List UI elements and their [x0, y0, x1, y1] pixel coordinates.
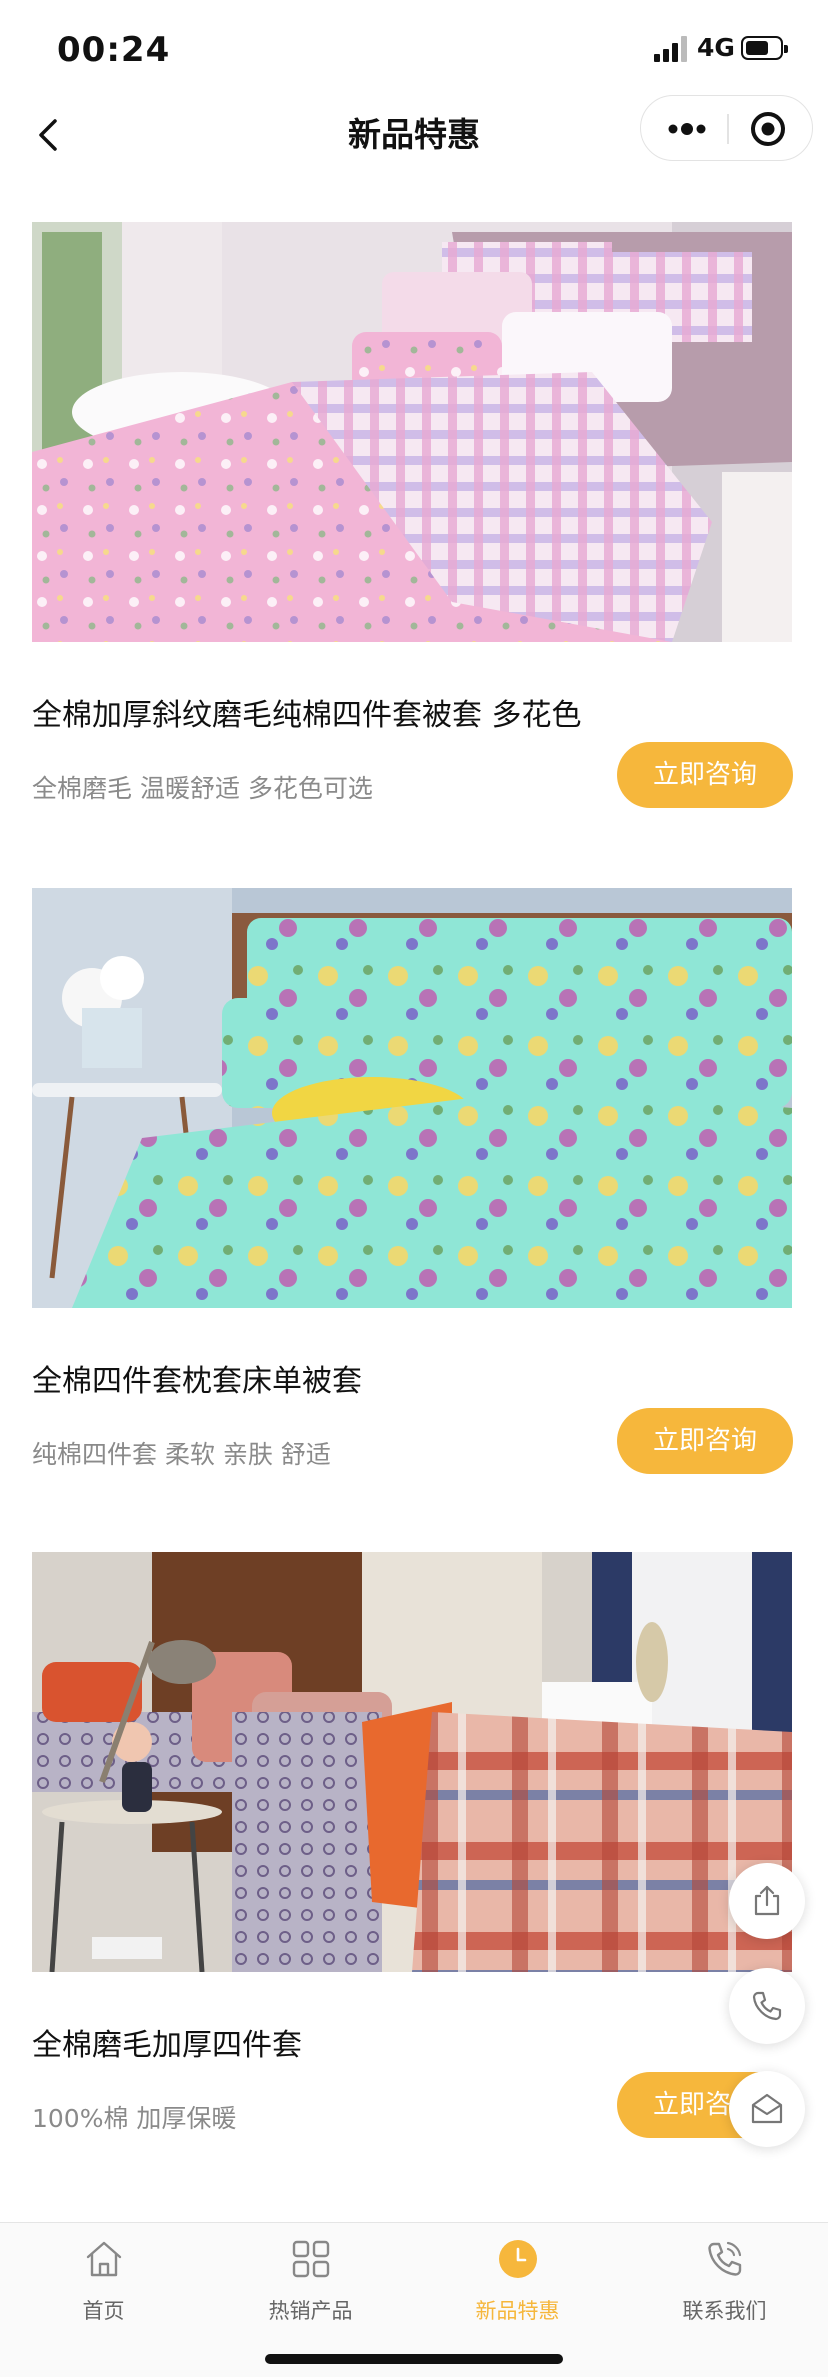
- network-type: 4G: [697, 33, 735, 62]
- tab-new-deals[interactable]: 新品特惠: [414, 2223, 621, 2323]
- nav-bar: 新品特惠: [0, 95, 828, 175]
- product-title: 全棉四件套枕套床单被套: [32, 1364, 362, 1399]
- home-indicator: [265, 2354, 563, 2364]
- clock-icon: [499, 2240, 537, 2278]
- tab-hot-products[interactable]: 热销产品: [207, 2223, 414, 2323]
- status-bar: 00:24 4G: [0, 0, 828, 100]
- share-icon: [754, 1885, 780, 1916]
- product-image[interactable]: [32, 1552, 792, 1972]
- product-desc: 纯棉四件套 柔软 亲肤 舒适: [32, 1440, 331, 1469]
- battery-icon: [741, 36, 788, 60]
- message-button[interactable]: [729, 2071, 805, 2147]
- product-desc: 全棉磨毛 温暖舒适 多花色可选: [32, 774, 373, 803]
- message-icon: [751, 2093, 783, 2124]
- tab-bar: 首页 热销产品 新品特惠 联系我们: [0, 2222, 828, 2377]
- product-card[interactable]: 全棉加厚斜纹磨毛纯棉四件套被套 多花色 全棉磨毛 温暖舒适 多花色可选 立即咨询: [32, 222, 793, 812]
- tab-label: 联系我们: [682, 2299, 767, 2323]
- product-desc: 100%棉 加厚保暖: [32, 2104, 237, 2133]
- phone-icon: [708, 2241, 742, 2276]
- tab-label: 首页: [82, 2299, 125, 2323]
- mini-program-capsule: [640, 95, 813, 161]
- more-icon[interactable]: [663, 116, 711, 142]
- tab-label: 新品特惠: [475, 2299, 560, 2323]
- product-card[interactable]: 全棉四件套枕套床单被套 纯棉四件套 柔软 亲肤 舒适 立即咨询: [32, 888, 793, 1478]
- product-image[interactable]: [32, 222, 792, 642]
- call-button[interactable]: [729, 1968, 805, 2044]
- status-time: 00:24: [57, 30, 171, 70]
- product-title: 全棉加厚斜纹磨毛纯棉四件套被套 多花色: [32, 698, 582, 733]
- product-title: 全棉磨毛加厚四件套: [32, 2028, 302, 2063]
- consult-button[interactable]: 立即咨询: [617, 1408, 793, 1474]
- product-image[interactable]: [32, 888, 792, 1308]
- phone-icon: [752, 1991, 782, 2021]
- tab-contact[interactable]: 联系我们: [621, 2223, 828, 2323]
- close-miniprogram-icon[interactable]: [749, 110, 787, 148]
- grid-icon: [292, 2240, 330, 2278]
- consult-button[interactable]: 立即咨询: [617, 742, 793, 808]
- tab-label: 热销产品: [268, 2299, 353, 2323]
- tab-home[interactable]: 首页: [0, 2223, 207, 2323]
- product-card[interactable]: 全棉磨毛加厚四件套 100%棉 加厚保暖 立即咨询: [32, 1552, 793, 2152]
- home-icon: [86, 2241, 122, 2277]
- signal-icon: [654, 36, 690, 62]
- share-button[interactable]: [729, 1863, 805, 1939]
